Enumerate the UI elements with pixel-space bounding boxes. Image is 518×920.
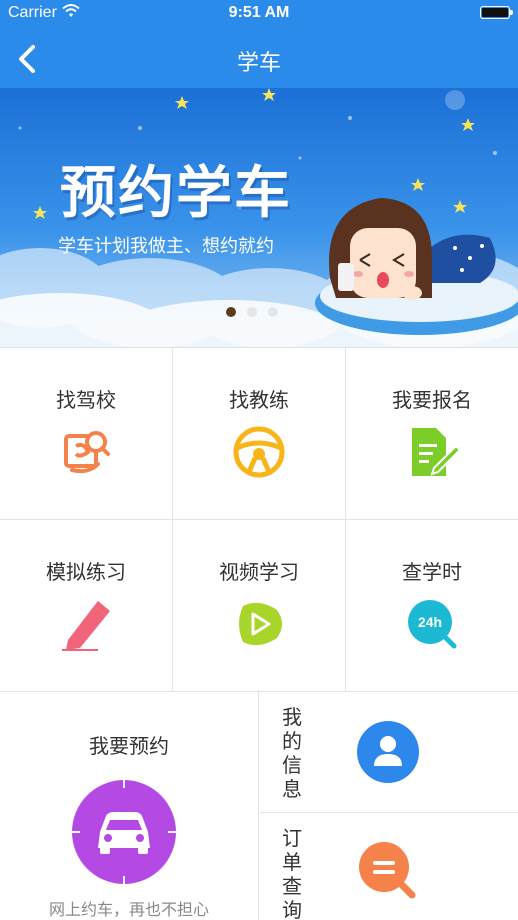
order-search-icon bbox=[359, 842, 416, 899]
car-icon bbox=[70, 778, 178, 886]
banner-dot[interactable] bbox=[268, 307, 278, 317]
video-learning-label: 视频学习 bbox=[219, 562, 299, 584]
my-info-label: 我的信息 bbox=[282, 707, 302, 801]
battery-icon bbox=[480, 6, 510, 19]
banner-headline: 预约学车 bbox=[60, 161, 292, 224]
promo-banner[interactable]: 预约学车 学车计划我做主、想约就约 bbox=[0, 88, 518, 347]
find-school-tile[interactable]: 找驾校 bbox=[0, 348, 173, 520]
find-school-icon bbox=[64, 431, 110, 474]
banner-dot[interactable] bbox=[226, 307, 236, 317]
hours-badge-text: 24h bbox=[418, 614, 442, 630]
check-hours-tile[interactable]: 查学时 24h bbox=[346, 520, 518, 692]
video-play-icon bbox=[239, 602, 282, 646]
find-school-label: 找驾校 bbox=[56, 390, 116, 412]
check-hours-label: 查学时 bbox=[402, 562, 462, 584]
find-coach-label: 找教练 bbox=[229, 390, 289, 412]
hours-24h-icon: 24h bbox=[408, 600, 457, 649]
practice-tile[interactable]: 模拟练习 bbox=[0, 520, 173, 692]
user-icon bbox=[357, 721, 419, 783]
steering-wheel-icon bbox=[233, 426, 285, 478]
pencil-icon bbox=[62, 601, 110, 651]
signup-form-icon bbox=[412, 428, 460, 476]
status-bar: Carrier 9:51 AM bbox=[0, 0, 518, 28]
appointment-label: 我要预约 bbox=[89, 736, 169, 758]
order-query-tile[interactable]: 订单查询 bbox=[260, 813, 518, 920]
nav-bar: 学车 bbox=[0, 28, 518, 88]
signup-label: 我要报名 bbox=[392, 390, 472, 412]
bottom-section: 我要预约 网上约车，再也不担心 我的信息 订单查询 bbox=[0, 692, 518, 920]
find-coach-tile[interactable]: 找教练 bbox=[173, 348, 346, 520]
banner-page-indicator[interactable] bbox=[226, 307, 278, 317]
app-header: Carrier 9:51 AM 学车 bbox=[0, 0, 518, 88]
battery-tip bbox=[510, 10, 513, 15]
appointment-description: 网上约车，再也不担心 bbox=[48, 902, 209, 919]
my-info-tile[interactable]: 我的信息 bbox=[260, 692, 518, 813]
practice-label: 模拟练习 bbox=[46, 562, 126, 584]
status-time: 9:51 AM bbox=[228, 4, 290, 21]
video-learning-tile[interactable]: 视频学习 bbox=[173, 520, 346, 692]
appointment-tile[interactable]: 我要预约 网上约车，再也不担心 bbox=[0, 692, 259, 920]
banner-dot[interactable] bbox=[247, 307, 257, 317]
banner-subtitle: 学车计划我做主、想约就约 bbox=[58, 236, 274, 256]
feature-grid: 找驾校 找教练 我要报名 模拟练习 视频学习 查学时 24h bbox=[0, 347, 518, 692]
signup-tile[interactable]: 我要报名 bbox=[346, 348, 518, 520]
page-title: 学车 bbox=[236, 50, 281, 75]
order-query-label: 订单查询 bbox=[282, 828, 302, 920]
